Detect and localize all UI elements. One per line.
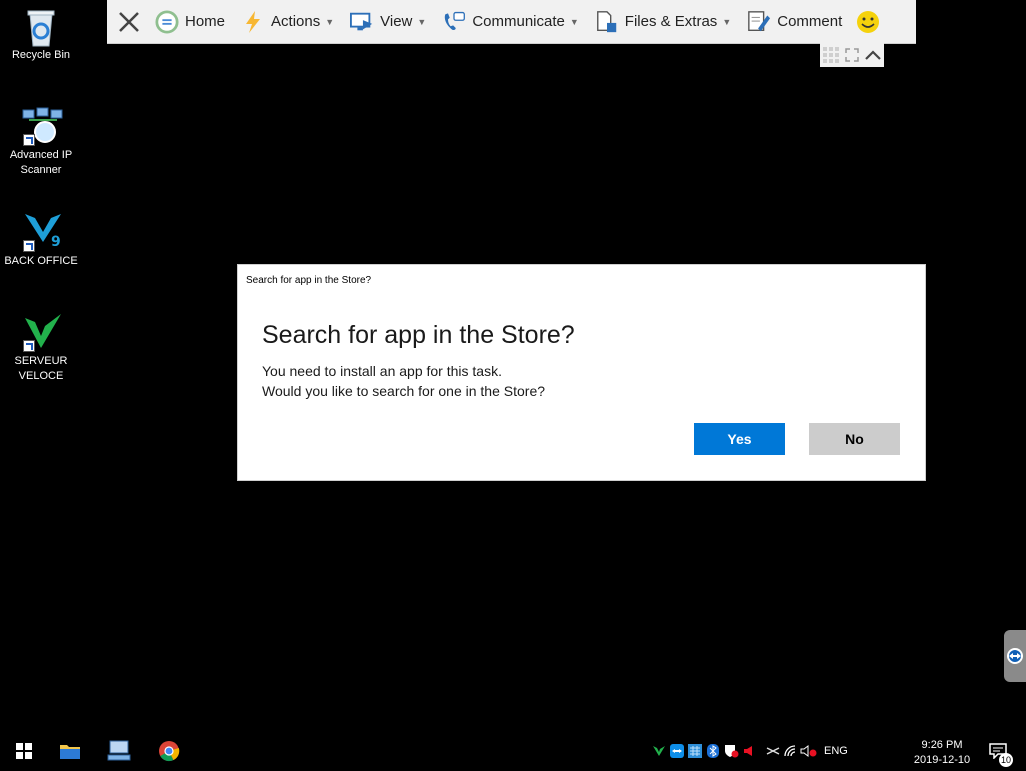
dialog-message-line: You need to install an app for this task… xyxy=(262,363,502,379)
shortcut-arrow-icon xyxy=(23,134,35,146)
chevron-up-icon[interactable] xyxy=(864,48,882,62)
chevron-down-icon: ▼ xyxy=(569,16,579,27)
shield-warning-icon xyxy=(725,745,739,758)
toolbar-label: Communicate xyxy=(472,13,565,30)
network-scanner-icon xyxy=(21,106,63,146)
close-session-button[interactable] xyxy=(107,0,147,43)
speaker-tray-icon[interactable] xyxy=(740,731,758,771)
desktop-icon-label: Advanced IP Scanner xyxy=(9,149,73,176)
fullscreen-icon[interactable] xyxy=(845,48,859,62)
no-button[interactable]: No xyxy=(809,423,900,455)
volume-tray-icon[interactable] xyxy=(800,731,818,771)
veloce-check-icon xyxy=(653,746,665,756)
desktop-icon-label: BACK OFFICE xyxy=(4,255,78,267)
shortcut-arrow-icon xyxy=(23,240,35,252)
svg-text:9: 9 xyxy=(51,234,61,250)
veloce-tray-icon[interactable] xyxy=(650,731,668,771)
file-puzzle-icon xyxy=(595,10,619,34)
clock-date: 2019-12-10 xyxy=(913,754,971,766)
toolbar-label: View xyxy=(380,13,413,30)
wifi-tray-icon[interactable] xyxy=(782,731,800,771)
taskbar-file-explorer[interactable] xyxy=(46,731,94,771)
notification-count-badge: 10 xyxy=(999,753,1013,767)
dialog-caption: Search for app in the Store? xyxy=(246,275,372,286)
teamviewer-side-panel-tab[interactable] xyxy=(1004,630,1026,682)
desktop-icon-back-office[interactable]: 9 BACK OFFICE xyxy=(0,212,82,269)
teamviewer-icon xyxy=(670,744,684,758)
drive-off-icon xyxy=(766,747,780,755)
chevron-down-icon: ▼ xyxy=(325,16,335,27)
network-computer-icon xyxy=(107,740,131,761)
toolbar-view[interactable]: View ▼ xyxy=(342,0,434,43)
home-icon xyxy=(155,9,179,34)
toolbar-home[interactable]: Home xyxy=(147,0,233,43)
folder-icon xyxy=(60,745,80,759)
veloce-check-icon xyxy=(21,312,61,352)
chevron-down-icon: ▼ xyxy=(417,16,427,27)
phone-chat-icon xyxy=(442,10,466,34)
toolbar-actions[interactable]: Actions ▼ xyxy=(233,0,342,43)
action-center-button[interactable]: 10 xyxy=(985,731,1013,771)
toolbar-files-extras[interactable]: Files & Extras ▼ xyxy=(587,0,739,43)
desktop-icon-recycle-bin[interactable]: Recycle Bin xyxy=(0,6,82,63)
chevron-down-icon: ▼ xyxy=(722,16,732,27)
toolbar-sub-controls xyxy=(820,43,884,67)
taskbar-clock[interactable]: 9:26 PM 2019-12-10 xyxy=(904,738,980,768)
taskbar-chrome[interactable] xyxy=(145,731,193,771)
comment-pen-icon xyxy=(747,10,771,34)
dialog-heading: Search for app in the Store? xyxy=(262,321,575,349)
language-indicator[interactable]: ENG xyxy=(824,731,848,771)
desktop-icon-label: Recycle Bin xyxy=(11,49,71,61)
toolbar-label: Comment xyxy=(777,13,843,30)
volume-muted-icon xyxy=(800,745,817,757)
toolbar-comment[interactable]: Comment xyxy=(739,0,850,43)
veloce-v9-icon: 9 xyxy=(21,212,61,252)
dialog-message: You need to install an app for this task… xyxy=(262,361,545,401)
chrome-icon xyxy=(159,741,180,762)
wifi-icon xyxy=(784,745,796,757)
windows-logo-icon xyxy=(16,743,32,759)
close-icon xyxy=(119,11,139,32)
toolbar-label: Files & Extras xyxy=(624,13,718,30)
monitor-icon xyxy=(350,10,374,34)
bluetooth-tray-icon[interactable] xyxy=(704,731,722,771)
security-tray-icon[interactable] xyxy=(722,731,740,771)
teamviewer-icon xyxy=(1007,648,1023,664)
smiley-icon xyxy=(857,10,880,33)
desktop-icon-label: SERVEUR VELOCE xyxy=(14,355,68,382)
lightning-icon xyxy=(241,10,265,34)
clock-time: 9:26 PM xyxy=(921,739,963,751)
teamviewer-tray-icon[interactable] xyxy=(668,731,686,771)
toolbar-communicate[interactable]: Communicate ▼ xyxy=(434,0,586,43)
toolbar-label: Actions xyxy=(271,13,321,30)
drive-tray-icon[interactable] xyxy=(764,731,782,771)
network-grid-icon xyxy=(688,744,702,758)
network-tray-icon[interactable] xyxy=(686,731,704,771)
dialog-message-line: Would you like to search for one in the … xyxy=(262,383,546,399)
desktop-icon-serveur-veloce[interactable]: SERVEUR VELOCE xyxy=(0,312,82,384)
yes-button[interactable]: Yes xyxy=(694,423,785,455)
speaker-icon xyxy=(744,746,752,756)
taskbar-network-app[interactable] xyxy=(95,731,143,771)
start-button[interactable] xyxy=(0,731,48,771)
taskbar: ENG 9:26 PM 2019-12-10 10 xyxy=(0,731,1026,771)
toolbar-label: Home xyxy=(185,13,226,30)
desktop-icon-advanced-ip-scanner[interactable]: Advanced IP Scanner xyxy=(0,106,82,178)
recycle-bin-icon xyxy=(21,6,61,47)
teamviewer-toolbar: Home Actions ▼ View ▼ Communicate ▼ File… xyxy=(107,0,916,44)
bluetooth-icon xyxy=(707,744,719,758)
store-search-dialog: Search for app in the Store? Search for … xyxy=(237,264,926,481)
system-tray: ENG xyxy=(650,731,848,771)
feedback-smiley-button[interactable] xyxy=(850,0,888,43)
shortcut-arrow-icon xyxy=(23,340,35,352)
grid-icon[interactable] xyxy=(822,46,840,64)
